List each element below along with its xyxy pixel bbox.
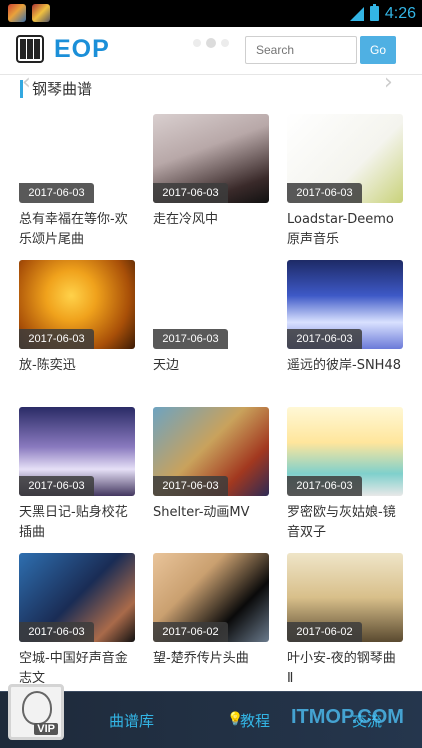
date-badge: 2017-06-03	[287, 183, 362, 203]
bottom-navigation: VIP 曲谱库 💡 教程 交流 ITMOP.COM	[0, 684, 422, 748]
watermark: ITMOP.COM	[291, 706, 404, 728]
date-badge: 2017-06-03	[287, 329, 362, 349]
battery-icon	[369, 4, 379, 21]
score-card[interactable]: 2017-06-03 罗密欧与灰姑娘-镜音双子	[287, 407, 403, 543]
score-card[interactable]: 2017-06-03 走在冷风中	[153, 114, 269, 230]
vip-avatar-button[interactable]: VIP	[8, 684, 64, 740]
score-title: 罗密欧与灰姑娘-镜音双子	[287, 505, 396, 540]
score-thumbnail: 2017-06-03	[287, 114, 403, 203]
date-badge: 2017-06-03	[153, 476, 228, 496]
notification-app-icon	[32, 4, 50, 22]
carousel-next-icon[interactable]: ›	[384, 72, 393, 94]
nav-score-library[interactable]: 曲谱库	[109, 710, 154, 731]
score-title: 空城-中国好声音金志文	[19, 651, 128, 686]
date-badge: 2017-06-03	[19, 476, 94, 496]
date-badge: 2017-06-02	[287, 622, 362, 642]
app-header: EOP	[0, 27, 422, 75]
score-thumbnail: 2017-06-03	[19, 553, 135, 642]
score-title: 天黑日记-贴身校花插曲	[19, 505, 128, 540]
score-title: 走在冷风中	[153, 212, 219, 227]
score-card[interactable]: 2017-06-03 总有幸福在等你-欢乐颂片尾曲	[19, 114, 135, 250]
score-title: 总有幸福在等你-欢乐颂片尾曲	[19, 212, 128, 247]
score-thumbnail: 2017-06-03	[19, 114, 135, 203]
score-card[interactable]: 2017-06-03 空城-中国好声音金志文	[19, 553, 135, 689]
status-bar: 4:26	[0, 0, 422, 27]
score-title: 望-楚乔传片头曲	[153, 651, 249, 666]
date-badge: 2017-06-03	[19, 183, 94, 203]
score-thumbnail: 2017-06-03	[153, 407, 269, 496]
nav-tutorial[interactable]: 教程	[240, 710, 270, 731]
score-title: 遥远的彼岸-SNH48	[287, 358, 401, 373]
score-thumbnail: 2017-06-03	[287, 260, 403, 349]
date-badge: 2017-06-03	[287, 476, 362, 496]
date-badge: 2017-06-03	[153, 183, 228, 203]
score-thumbnail: 2017-06-03	[153, 114, 269, 203]
score-card[interactable]: 2017-06-03 Loadstar-Deemo原声音乐	[287, 114, 403, 250]
date-badge: 2017-06-02	[153, 622, 228, 642]
score-thumbnail: 2017-06-02	[287, 553, 403, 642]
score-card[interactable]: 2017-06-03 天黑日记-贴身校花插曲	[19, 407, 135, 543]
signal-icon	[349, 6, 364, 21]
score-card[interactable]: 2017-06-03 遥远的彼岸-SNH48	[287, 260, 403, 376]
score-thumbnail: 2017-06-03	[19, 260, 135, 349]
carousel-indicator	[193, 38, 229, 48]
score-title: 天边	[153, 358, 180, 373]
score-title: Shelter-动画MV	[153, 505, 250, 520]
date-badge: 2017-06-03	[153, 329, 228, 349]
notification-app-icon	[8, 4, 26, 22]
date-badge: 2017-06-03	[19, 622, 94, 642]
score-title: Loadstar-Deemo原声音乐	[287, 212, 394, 247]
search-input[interactable]	[245, 36, 357, 64]
vip-label: VIP	[34, 723, 58, 735]
score-card[interactable]: 2017-06-02 望-楚乔传片头曲	[153, 553, 269, 669]
score-title: 叶小安-夜的钢琴曲 Ⅱ	[287, 651, 396, 686]
score-thumbnail: 2017-06-03	[287, 407, 403, 496]
score-card[interactable]: 2017-06-02 叶小安-夜的钢琴曲 Ⅱ	[287, 553, 403, 689]
search-button[interactable]: Go	[360, 36, 396, 64]
piano-logo-icon	[16, 35, 44, 63]
score-card[interactable]: 2017-06-03 放-陈奕迅	[19, 260, 135, 376]
avatar-icon	[22, 691, 52, 725]
app-logo-text: EOP	[54, 35, 110, 63]
score-card[interactable]: 2017-06-03 Shelter-动画MV	[153, 407, 269, 523]
score-thumbnail: 2017-06-02	[153, 553, 269, 642]
date-badge: 2017-06-03	[19, 329, 94, 349]
status-time: 4:26	[384, 4, 416, 22]
score-card[interactable]: 2017-06-03 天边	[153, 260, 269, 376]
score-title: 放-陈奕迅	[19, 358, 76, 373]
score-thumbnail: 2017-06-03	[153, 260, 269, 349]
score-thumbnail: 2017-06-03	[19, 407, 135, 496]
section-title: 钢琴曲谱	[20, 80, 92, 98]
